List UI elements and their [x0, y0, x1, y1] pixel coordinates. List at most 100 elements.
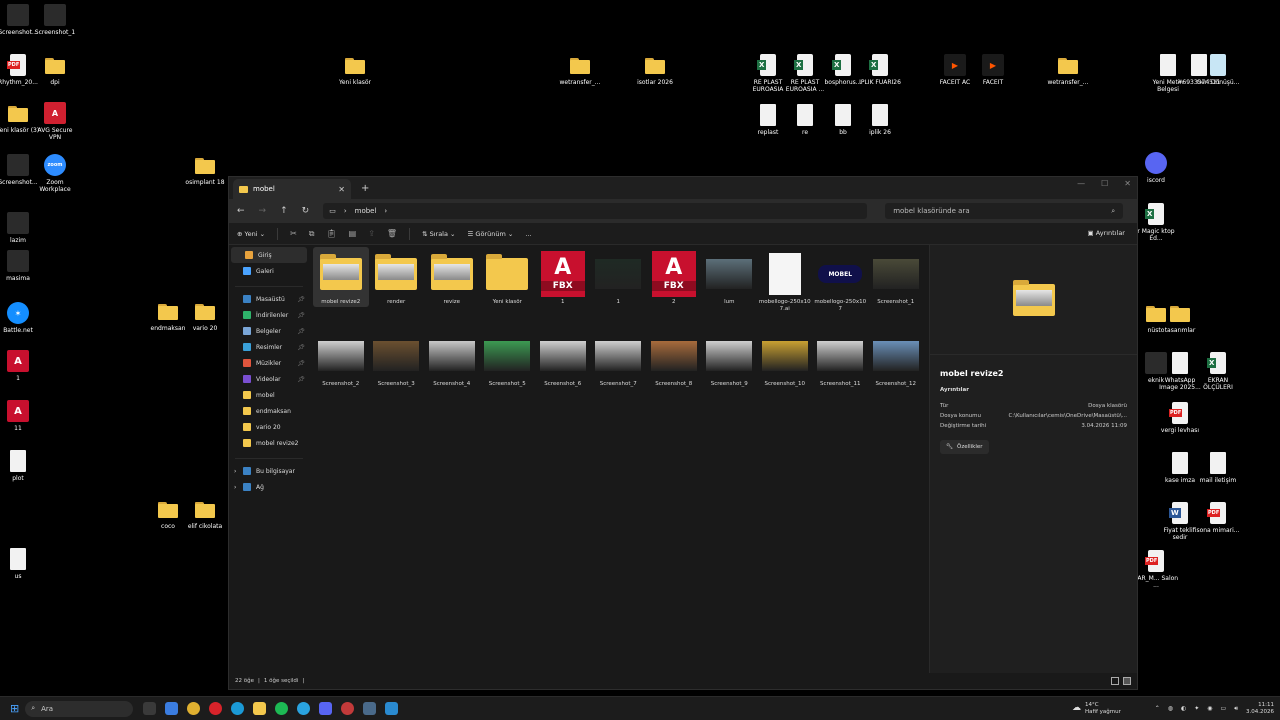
file-item[interactable]: Screenshot_7	[591, 329, 647, 411]
desktop-icon[interactable]: ✶ Battle.net	[0, 302, 41, 334]
chevron-up-icon[interactable]: ⌃	[1155, 705, 1160, 712]
file-item[interactable]: A FBX 1	[535, 247, 591, 329]
minimize-icon[interactable]: —	[1077, 179, 1085, 188]
desktop-icon[interactable]: ▶ FACEIT	[970, 54, 1016, 86]
desktop-icon[interactable]: PDF LAR_M... Salon ...	[1133, 550, 1179, 589]
app-icon[interactable]	[341, 702, 355, 715]
desktop-icon[interactable]: X IPLIK FUARI26	[857, 54, 903, 86]
nav-item-galeri[interactable]: Galeri	[229, 263, 309, 279]
sort-button[interactable]: ⇅ Sırala ⌄	[422, 230, 455, 238]
nav-item-müzikler[interactable]: Müzikler 📌︎	[229, 355, 309, 371]
desktop-icon[interactable]: mail iletişim	[1195, 452, 1241, 484]
file-item[interactable]: Screenshot_6	[535, 329, 591, 411]
file-item[interactable]: MOBEL mobellogo-250x107	[813, 247, 869, 329]
close-tab-icon[interactable]: ✕	[338, 185, 345, 194]
nav-item-resimler[interactable]: Resimler 📌︎	[229, 339, 309, 355]
desktop-icon[interactable]: tasarımlar	[1157, 302, 1203, 334]
file-item[interactable]: Yeni klasör	[480, 247, 536, 329]
steam-tray-icon[interactable]: ◉	[1207, 705, 1212, 712]
file-item[interactable]: revize	[424, 247, 480, 329]
taskbar-search-input[interactable]: ⌕ Ara	[25, 700, 134, 717]
file-item[interactable]: mobellogo-250x107.ai	[757, 247, 813, 329]
desktop-icon[interactable]: A1	[0, 350, 41, 382]
tray-app-icon[interactable]: ◍	[1168, 705, 1173, 712]
app-icon[interactable]	[165, 702, 179, 715]
maximize-icon[interactable]: ☐	[1101, 179, 1108, 188]
file-item[interactable]: Screenshot_5	[480, 329, 536, 411]
file-item[interactable]: Screenshot_2	[313, 329, 369, 411]
desktop-icon[interactable]: Geri Dönüşü...	[1195, 54, 1241, 86]
file-item[interactable]: Screenshot_9	[702, 329, 758, 411]
nav-item-vario-20[interactable]: vario 20	[229, 419, 309, 435]
volume-icon[interactable]: 🔊︎	[1234, 705, 1238, 713]
desktop-icon[interactable]: lazim	[0, 212, 41, 244]
nav-item-masaüstü[interactable]: Masaüstü 📌︎	[229, 291, 309, 307]
windows-start-icon[interactable]: ⊞	[10, 702, 19, 715]
chrome-icon[interactable]	[187, 702, 201, 715]
file-explorer-taskbar-icon[interactable]	[253, 702, 267, 715]
nav-item-i̇ndirilenler[interactable]: İndirilenler 📌︎	[229, 307, 309, 323]
tray-app-icon[interactable]: ✦	[1194, 705, 1199, 712]
telegram-icon[interactable]	[297, 702, 311, 715]
task-view-icon[interactable]	[143, 702, 157, 715]
nav-item-ağ[interactable]: › Ağ	[229, 479, 309, 495]
desktop-icon[interactable]: PDF vergi levhası	[1157, 402, 1203, 434]
search-input[interactable]: mobel klasöründe ara ⌕	[885, 203, 1124, 219]
breadcrumb[interactable]: mobel	[355, 207, 377, 215]
details-pane-button[interactable]: ▣ Ayrıntılar	[1088, 229, 1126, 237]
desktop-icon[interactable]: vario 20	[182, 300, 228, 332]
network-icon[interactable]: ▭	[1221, 705, 1227, 712]
opera-icon[interactable]	[209, 702, 223, 715]
more-button[interactable]: ...	[525, 230, 531, 238]
details-view-icon[interactable]	[1111, 677, 1119, 685]
discord-icon[interactable]	[319, 702, 333, 715]
desktop-icon[interactable]: X EKRAN ÖLÇÜLERI	[1195, 352, 1241, 391]
nav-item-mobel[interactable]: mobel	[229, 387, 309, 403]
desktop-icon[interactable]: iscord	[1133, 152, 1179, 184]
file-item[interactable]: 1	[591, 247, 647, 329]
file-item[interactable]: Screenshot_10	[757, 329, 813, 411]
chevron-right-icon[interactable]: ›	[234, 484, 236, 491]
nav-item-giriş[interactable]: Giriş	[231, 247, 307, 263]
desktop-icon[interactable]: Xr Magic ktop Ed...	[1133, 203, 1179, 242]
desktop-icon[interactable]: plot	[0, 450, 41, 482]
file-item[interactable]: Screenshot_12	[868, 329, 924, 411]
file-item[interactable]: Screenshot_8	[646, 329, 702, 411]
desktop-icon[interactable]: Yeni klasör	[332, 54, 378, 86]
desktop-icon[interactable]: wetransfer_...	[1045, 54, 1091, 86]
nav-item-endmaksan[interactable]: endmaksan	[229, 403, 309, 419]
steam-icon[interactable]	[363, 702, 377, 715]
clock[interactable]: 11:11 3.04.2026	[1246, 702, 1274, 716]
rename-icon[interactable]: ▤	[349, 229, 357, 238]
chevron-right-icon[interactable]: ›	[234, 468, 236, 475]
paste-icon[interactable]: 📋︎	[327, 229, 337, 238]
desktop-icon[interactable]: elif cikolata	[182, 498, 228, 530]
forward-icon[interactable]: →	[259, 206, 267, 216]
new-tab-button[interactable]: +	[361, 183, 369, 194]
desktop-icon[interactable]: isotlar 2026	[632, 54, 678, 86]
spotify-icon[interactable]	[275, 702, 289, 715]
desktop-icon[interactable]: A 11	[0, 400, 41, 432]
desktop-icon[interactable]: us	[0, 548, 41, 580]
desktop-icon[interactable]: iplik 26	[857, 104, 903, 136]
file-item[interactable]: Screenshot_1	[868, 247, 924, 329]
cut-icon[interactable]: ✂	[290, 229, 297, 238]
desktop-icon[interactable]: dpi	[32, 54, 78, 86]
desktop-icon[interactable]: osimplant 18	[182, 154, 228, 186]
weather-widget[interactable]: ☁ 14°C Hafif yağmur	[1072, 702, 1121, 716]
desktop-icon[interactable]: zoom Zoom Workplace	[32, 154, 78, 193]
tab-mobel[interactable]: mobel ✕	[233, 179, 351, 199]
nav-item-belgeler[interactable]: Belgeler 📌︎	[229, 323, 309, 339]
view-button[interactable]: ☰ Görünüm ⌄	[468, 230, 514, 238]
tray-app-icon[interactable]: ◐	[1181, 705, 1186, 712]
nav-item-videolar[interactable]: Videolar 📌︎	[229, 371, 309, 387]
desktop-icon[interactable]: masima	[0, 250, 41, 282]
up-icon[interactable]: ↑	[280, 206, 288, 216]
new-button[interactable]: ⊕ Yeni ⌄	[237, 230, 265, 238]
nav-item-mobel-revize2[interactable]: mobel revize2	[229, 435, 309, 451]
edge-icon[interactable]	[231, 702, 245, 715]
app-icon[interactable]	[385, 702, 399, 715]
file-item[interactable]: Screenshot_3	[369, 329, 425, 411]
file-item[interactable]: mobel revize2	[313, 247, 369, 307]
back-icon[interactable]: ←	[237, 206, 245, 216]
